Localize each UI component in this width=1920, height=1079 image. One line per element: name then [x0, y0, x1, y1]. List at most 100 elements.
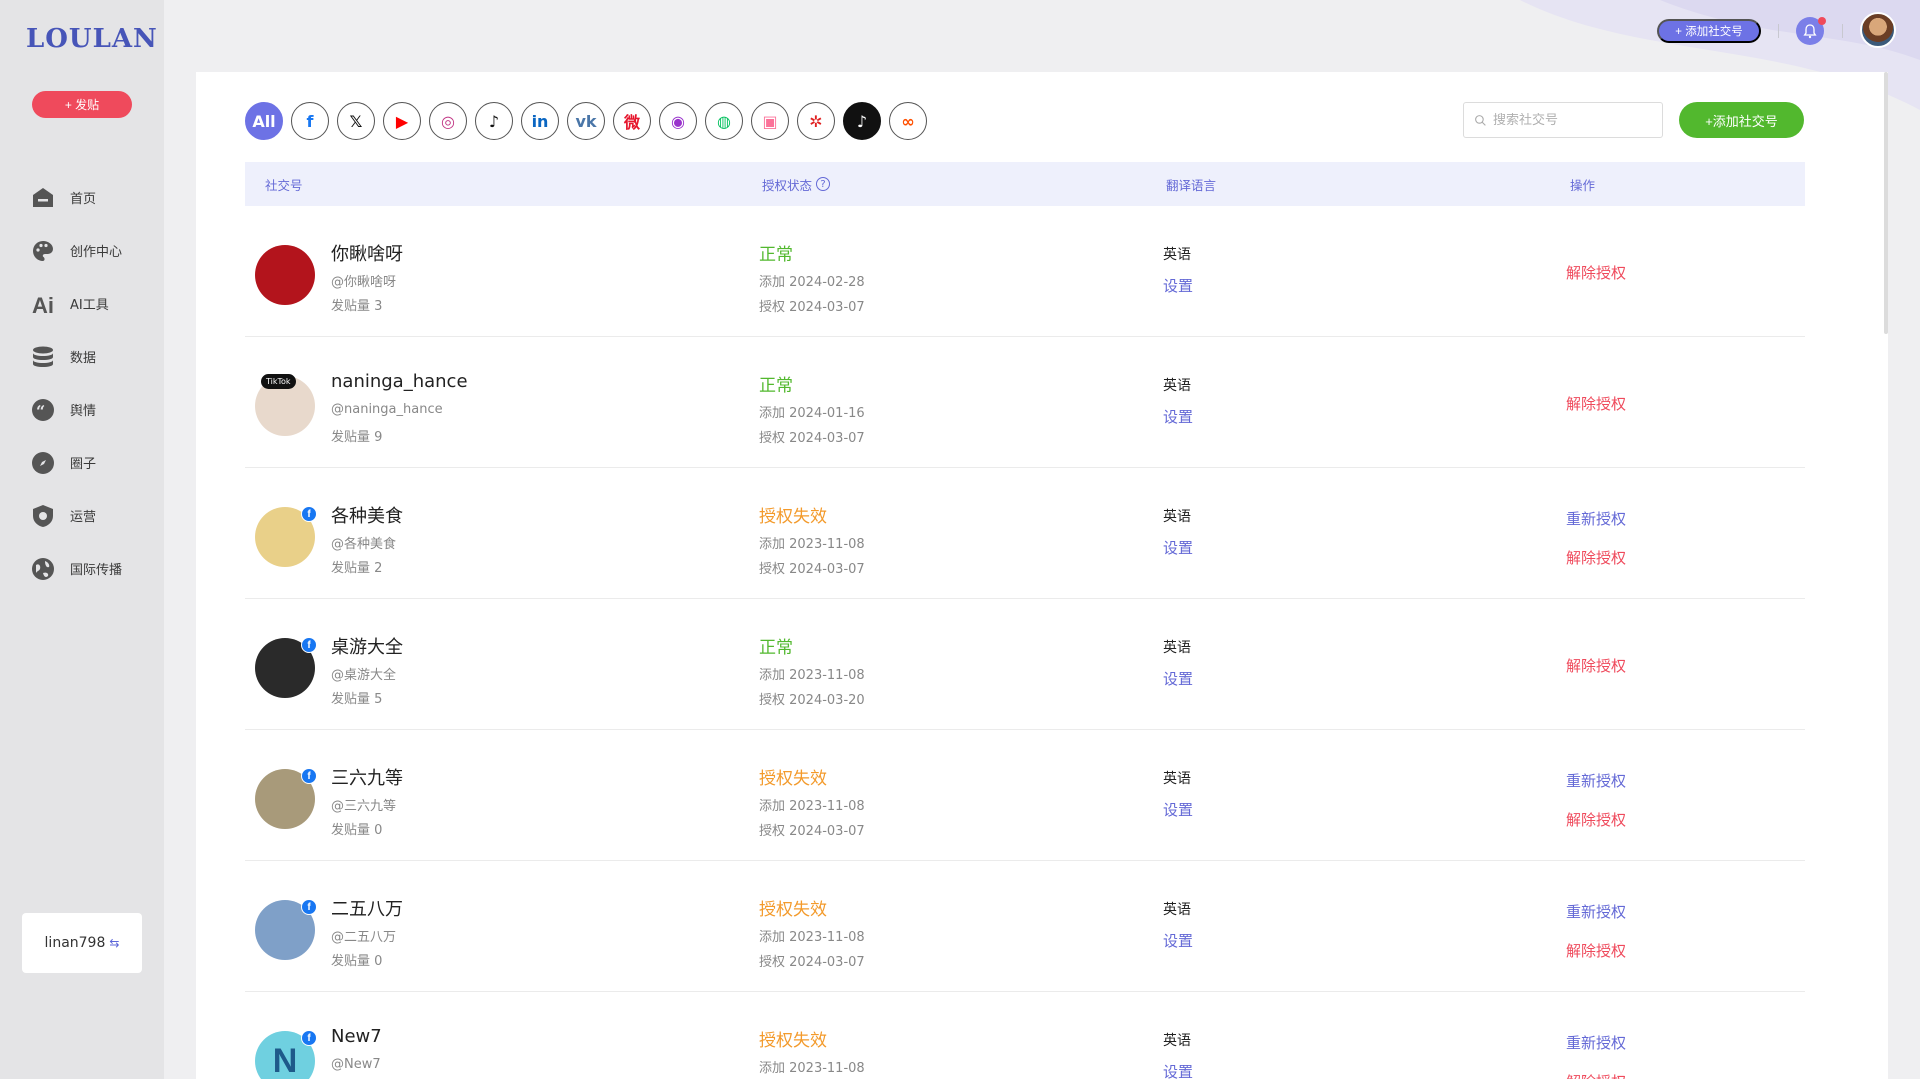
table-row: f 三六九等 @三六九等 发贴量 0 授权失效 添加 2023-11-08 授权…	[245, 730, 1805, 861]
sidebar-item-data[interactable]: 数据	[0, 330, 164, 383]
revoke-authorization-link[interactable]: 解除授权	[1566, 1071, 1626, 1079]
platform-facebook-icon[interactable]: f	[291, 102, 329, 140]
header-action: 操作	[1570, 177, 1596, 193]
post-count: 发贴量 0	[331, 954, 383, 969]
platform-tiktok-icon[interactable]: ♪	[475, 102, 513, 140]
sidebar-item-label: 首页	[70, 192, 97, 207]
sidebar-item-circle[interactable]: 圈子	[0, 436, 164, 489]
added-date: 添加 2023-11-08	[759, 668, 865, 683]
reauthorize-link[interactable]: 重新授权	[1566, 770, 1626, 791]
svg-text:Ai: Ai	[32, 293, 54, 316]
facebook-badge-icon: f	[301, 899, 317, 915]
username: linan798	[44, 935, 106, 951]
facebook-badge-icon: f	[301, 768, 317, 784]
platform-wechat-icon[interactable]: ◍	[705, 102, 743, 140]
search-box[interactable]	[1463, 102, 1663, 138]
account-handle: @New7	[331, 1057, 381, 1072]
main-panel: Allf𝕏▶◎♪invk微◉◍▣✲♪∞ +添加社交号 社交号 授权状态 ? 翻译…	[196, 72, 1888, 1079]
reauthorize-link[interactable]: 重新授权	[1566, 1032, 1626, 1053]
header-auth-status-label: 授权状态	[762, 177, 813, 193]
platform-instagram-icon[interactable]: ◎	[429, 102, 467, 140]
switch-account-icon[interactable]: ⇆	[109, 936, 119, 950]
authorized-date: 授权 2024-03-20	[759, 693, 865, 708]
reauthorize-link[interactable]: 重新授权	[1566, 508, 1626, 529]
sidebar-item-creation[interactable]: 创作中心	[0, 224, 164, 277]
account-handle: @三六九等	[331, 799, 397, 814]
platform-x-icon[interactable]: 𝕏	[337, 102, 375, 140]
language-setting-link[interactable]: 设置	[1163, 537, 1193, 558]
revoke-authorization-link[interactable]: 解除授权	[1566, 655, 1626, 676]
search-input[interactable]	[1493, 112, 1653, 128]
app-logo[interactable]: LOULAN	[26, 24, 158, 54]
compass-icon	[30, 450, 56, 476]
sidebar-item-home[interactable]: 首页	[0, 171, 164, 224]
platform-youtube-icon[interactable]: ▶	[383, 102, 421, 140]
auth-status: 授权失效	[759, 769, 827, 789]
revoke-authorization-link[interactable]: 解除授权	[1566, 940, 1626, 961]
scrollbar[interactable]	[1884, 72, 1888, 334]
sidebar-item-operations[interactable]: 运营	[0, 489, 164, 542]
sidebar-item-ai-tools[interactable]: Ai AI工具	[0, 277, 164, 330]
post-button[interactable]: + 发贴	[32, 91, 132, 118]
shield-icon	[30, 503, 56, 529]
table-row: Nf New7 @New7 授权失效 添加 2023-11-08 英语 设置 重…	[245, 992, 1805, 1079]
account-handle: @桌游大全	[331, 668, 397, 683]
revoke-authorization-link[interactable]: 解除授权	[1566, 809, 1626, 830]
revoke-authorization-link[interactable]: 解除授权	[1566, 262, 1626, 283]
platform-bilibili-icon[interactable]: ▣	[751, 102, 789, 140]
translate-language: 英语	[1163, 509, 1191, 525]
language-setting-link[interactable]: 设置	[1163, 668, 1193, 689]
facebook-badge-icon: f	[301, 637, 317, 653]
platform-vk-icon[interactable]: vk	[567, 102, 605, 140]
sidebar: LOULAN + 发贴 首页 创作中心 Ai AI工具 数据 “ 舆情 圈子 运…	[0, 0, 164, 1079]
facebook-badge-icon: f	[301, 506, 317, 522]
platform-kuaishou-icon[interactable]: ∞	[889, 102, 927, 140]
account-handle: @二五八万	[331, 930, 397, 945]
sidebar-item-label: 圈子	[70, 457, 97, 472]
authorized-date: 授权 2024-03-07	[759, 955, 865, 970]
sidebar-nav: 首页 创作中心 Ai AI工具 数据 “ 舆情 圈子 运营 国际传播	[0, 171, 164, 595]
language-setting-link[interactable]: 设置	[1163, 930, 1193, 951]
divider	[1842, 24, 1843, 38]
reauthorize-link[interactable]: 重新授权	[1566, 901, 1626, 922]
sidebar-item-sentiment[interactable]: “ 舆情	[0, 383, 164, 436]
language-setting-link[interactable]: 设置	[1163, 406, 1193, 427]
revoke-authorization-link[interactable]: 解除授权	[1566, 547, 1626, 568]
table-row: TikTok naninga_hance @naninga_hance 发贴量 …	[245, 337, 1805, 468]
sidebar-item-international[interactable]: 国际传播	[0, 542, 164, 595]
user-avatar[interactable]	[1860, 12, 1896, 48]
sidebar-item-label: 运营	[70, 510, 97, 525]
platform-weibo-icon[interactable]: 微	[613, 102, 651, 140]
account-handle: @naninga_hance	[331, 402, 443, 417]
quote-icon: “	[30, 397, 56, 423]
user-switcher[interactable]: linan798 ⇆	[22, 913, 142, 973]
added-date: 添加 2024-01-16	[759, 406, 865, 421]
account-avatar: f	[255, 899, 317, 960]
help-icon[interactable]: ?	[816, 177, 831, 191]
platform-douyin-icon[interactable]: ♪	[843, 102, 881, 140]
added-date: 添加 2024-02-28	[759, 275, 865, 290]
authorized-date: 授权 2024-03-07	[759, 562, 865, 577]
sidebar-item-label: AI工具	[70, 298, 109, 313]
account-avatar: TikTok	[255, 374, 315, 436]
divider	[1778, 24, 1779, 38]
platform-podcast-icon[interactable]: ◉	[659, 102, 697, 140]
revoke-authorization-link[interactable]: 解除授权	[1566, 393, 1626, 414]
language-setting-link[interactable]: 设置	[1163, 799, 1193, 820]
table-row: f 桌游大全 @桌游大全 发贴量 5 正常 添加 2023-11-08 授权 2…	[245, 599, 1805, 730]
post-count: 发贴量 9	[331, 430, 383, 445]
add-social-account-button[interactable]: +添加社交号	[1679, 102, 1804, 138]
account-name: 桌游大全	[331, 637, 403, 658]
language-setting-link[interactable]: 设置	[1163, 1061, 1193, 1079]
account-name: naninga_hance	[331, 371, 468, 392]
platform-kuaishou-dots-icon[interactable]: ✲	[797, 102, 835, 140]
added-date: 添加 2023-11-08	[759, 799, 865, 814]
sidebar-item-label: 数据	[70, 351, 97, 366]
account-name: 二五八万	[331, 899, 403, 920]
language-setting-link[interactable]: 设置	[1163, 275, 1193, 296]
topbar-add-social-button[interactable]: + 添加社交号	[1657, 19, 1761, 43]
platform-all-icon[interactable]: All	[245, 102, 283, 140]
account-avatar: Nf	[255, 1030, 317, 1079]
platform-linkedin-icon[interactable]: in	[521, 102, 559, 140]
account-name: 你瞅啥呀	[331, 244, 403, 265]
